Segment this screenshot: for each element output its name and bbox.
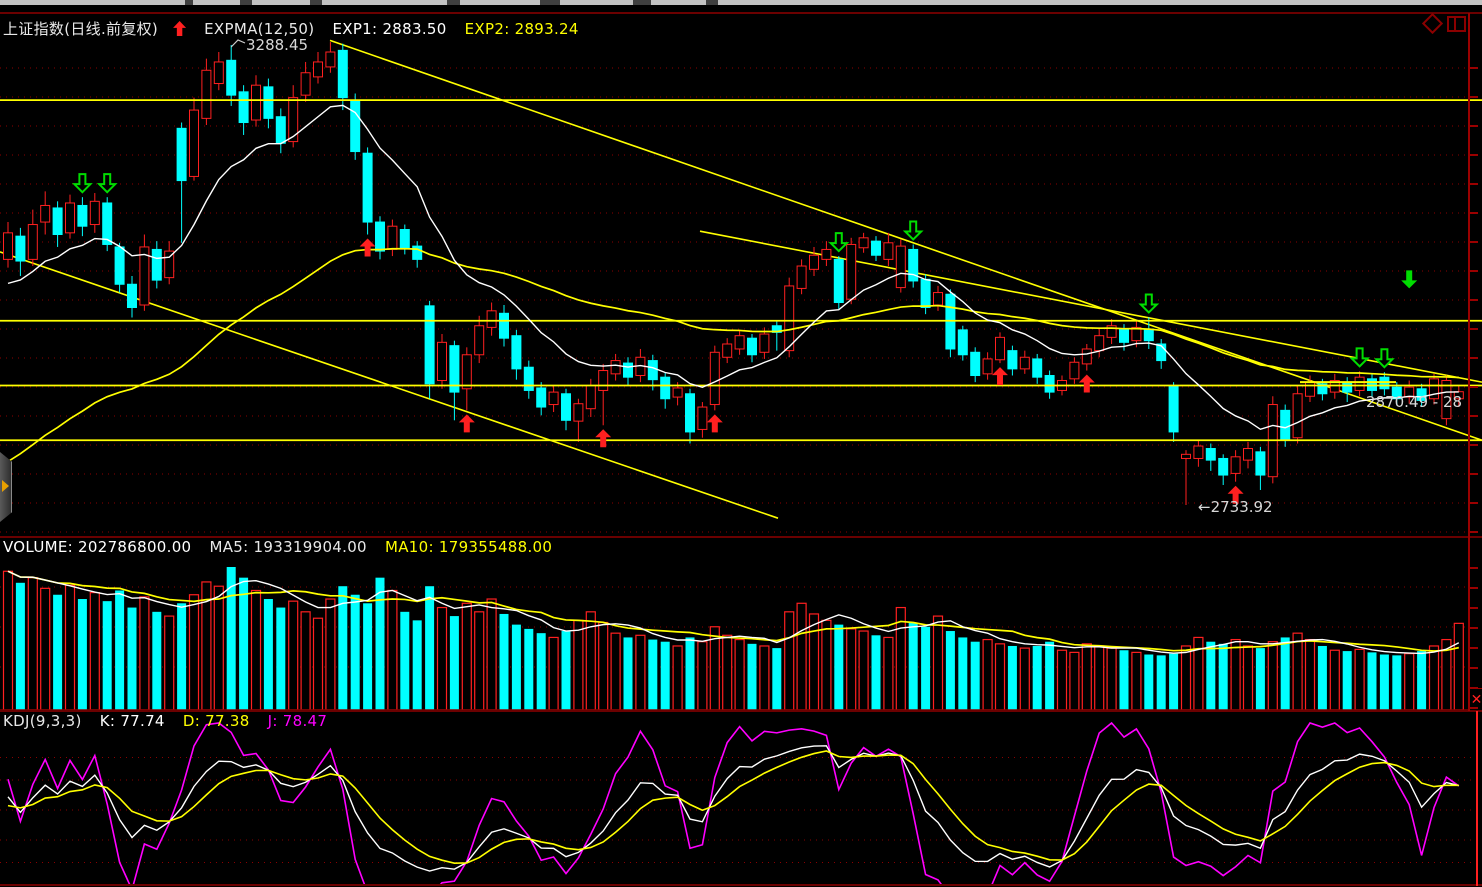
symbol-title: 上证指数(日线.前复权) bbox=[3, 20, 158, 38]
volume-pane[interactable] bbox=[0, 567, 1468, 710]
buy-arrow-icon bbox=[992, 367, 1008, 385]
sell-arrow-icon bbox=[1141, 294, 1157, 312]
split-window-icon[interactable] bbox=[1447, 16, 1466, 32]
strip-notch bbox=[185, 0, 193, 5]
split-window-icon-divider bbox=[1454, 18, 1456, 30]
candlestick-pane[interactable] bbox=[0, 40, 1482, 532]
high-price-label: 3288.45 bbox=[246, 36, 308, 54]
buy-arrow-icon bbox=[360, 238, 376, 256]
sell-arrow-icon bbox=[1401, 270, 1417, 288]
strip-notch bbox=[706, 0, 718, 5]
exp2-value: EXP2: 2893.24 bbox=[465, 20, 579, 38]
strip-notch bbox=[447, 0, 460, 5]
trading-app-window: 上证指数(日线.前复权) EXPMA(12,50) EXP1: 2883.50 … bbox=[0, 0, 1482, 887]
sell-arrow-icon bbox=[99, 174, 115, 192]
sell-arrow-icon bbox=[831, 233, 847, 251]
low-price-label: ←2733.92 bbox=[1198, 498, 1273, 516]
sell-arrow-icon bbox=[905, 221, 921, 239]
expand-triangle-icon bbox=[2, 480, 9, 492]
kdj-j-value: J: 78.47 bbox=[268, 712, 328, 730]
buy-arrow-icon bbox=[707, 414, 723, 432]
price-chart-svg[interactable] bbox=[0, 0, 1482, 887]
buy-arrow-icon bbox=[595, 429, 611, 447]
panel-expand-handle[interactable] bbox=[0, 452, 12, 522]
volume-ma10-value: MA10: 179355488.00 bbox=[385, 538, 552, 556]
strip-notch bbox=[240, 0, 252, 5]
price-range-label: 2870.49 - 28 bbox=[1366, 393, 1482, 411]
kdj-k-value: K: 77.74 bbox=[100, 712, 165, 730]
buy-arrow-icon bbox=[1079, 375, 1095, 393]
kdj-indicator-name: KDJ(9,3,3) bbox=[3, 712, 82, 730]
kdj-pane[interactable] bbox=[0, 723, 1474, 887]
up-arrow-icon bbox=[173, 21, 186, 36]
sell-arrow-icon bbox=[74, 174, 90, 192]
kdj-header: KDJ(9,3,3) K: 77.74 D: 77.38 J: 78.47 bbox=[3, 712, 340, 730]
strip-notch bbox=[633, 0, 651, 5]
close-indicator-button[interactable]: ✕ bbox=[1469, 688, 1482, 711]
volume-ma5-value: MA5: 193319904.00 bbox=[209, 538, 366, 556]
sell-arrow-icon bbox=[1352, 348, 1368, 366]
kdj-d-value: D: 77.38 bbox=[183, 712, 250, 730]
strip-notch bbox=[310, 0, 322, 5]
exp1-value: EXP1: 2883.50 bbox=[332, 20, 446, 38]
strip-notch bbox=[540, 0, 560, 5]
window-top-strip bbox=[0, 0, 1482, 5]
buy-arrow-icon bbox=[459, 414, 475, 432]
volume-header: VOLUME: 202786800.00 MA5: 193319904.00 M… bbox=[3, 538, 565, 556]
volume-value: VOLUME: 202786800.00 bbox=[3, 538, 191, 556]
